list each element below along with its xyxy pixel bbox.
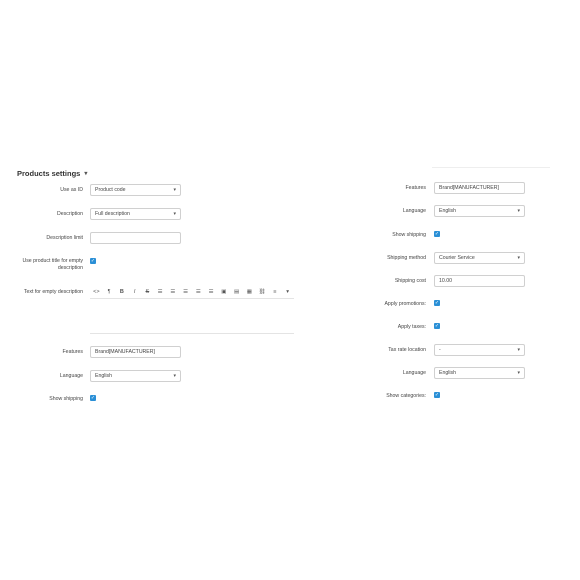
show-categories-label: Show categories: xyxy=(386,393,426,399)
chevron-down-icon: ▾ xyxy=(173,211,176,217)
caret-down-icon[interactable]: ▾ xyxy=(84,170,87,177)
description-select[interactable]: Full description ▾ xyxy=(90,208,181,220)
show-shipping-checkbox[interactable]: ✓ xyxy=(90,395,96,401)
text-empty-label: Text for empty description xyxy=(23,289,83,295)
align-icon[interactable]: ☰ xyxy=(205,289,218,295)
chevron-down-icon: ▾ xyxy=(517,255,520,261)
show-shipping-label-right: Show shipping xyxy=(392,232,426,238)
outdent-icon[interactable]: ☰ xyxy=(179,289,192,295)
language-select-right-2[interactable]: English ▾ xyxy=(434,367,525,379)
show-shipping-checkbox-right[interactable]: ✓ xyxy=(434,231,440,237)
chevron-down-icon: ▾ xyxy=(173,373,176,379)
use-title-label-line2: description xyxy=(57,265,83,271)
show-shipping-label: Show shipping xyxy=(49,396,83,402)
strikethrough-icon[interactable]: S xyxy=(141,289,154,295)
paragraph-icon[interactable]: ¶ xyxy=(103,289,116,295)
ordered-list-icon[interactable]: ☰ xyxy=(167,289,180,295)
features-label: Features xyxy=(62,349,83,355)
table-icon[interactable]: ▦ xyxy=(243,289,256,295)
apply-taxes-label: Apply taxes: xyxy=(397,324,426,330)
use-as-id-label: Use as ID xyxy=(60,187,83,193)
tax-rate-location-value: - xyxy=(439,347,441,353)
shipping-method-value: Courier Service xyxy=(439,255,475,261)
features-label-right: Features xyxy=(405,185,426,191)
image-icon[interactable]: ▣ xyxy=(218,289,231,295)
chevron-down-icon: ▾ xyxy=(517,370,520,376)
features-input[interactable]: Brand[MANUFACTURER] xyxy=(90,346,181,358)
section-title[interactable]: Products settings ▾ xyxy=(17,169,87,178)
language-value-right-2: English xyxy=(439,370,457,376)
language-label-right-2: Language xyxy=(402,370,426,376)
use-as-id-select[interactable]: Product code ▾ xyxy=(90,184,181,196)
language-value-right: English xyxy=(439,208,457,214)
chevron-down-icon: ▾ xyxy=(173,187,176,193)
more-dropdown-icon[interactable]: ▾ xyxy=(281,289,294,295)
shipping-method-label: Shipping method xyxy=(387,255,426,261)
indent-icon[interactable]: ☰ xyxy=(192,289,205,295)
video-icon[interactable]: ▤ xyxy=(230,289,243,295)
language-label: Language xyxy=(59,373,83,379)
show-categories-checkbox[interactable]: ✓ xyxy=(434,392,440,398)
language-label-right: Language xyxy=(402,208,426,214)
shipping-cost-label: Shipping cost xyxy=(394,278,426,284)
italic-icon[interactable]: I xyxy=(128,289,141,295)
use-as-id-value: Product code xyxy=(95,187,126,193)
chevron-down-icon: ▾ xyxy=(517,208,520,214)
bold-icon[interactable]: B xyxy=(116,289,129,295)
code-view-icon[interactable]: <> xyxy=(90,289,103,295)
description-limit-input[interactable] xyxy=(90,232,181,244)
language-select[interactable]: English ▾ xyxy=(90,370,181,382)
tax-rate-location-label: Tax rate location xyxy=(388,347,426,353)
divider xyxy=(432,167,550,168)
apply-promotions-label: Apply promotions: xyxy=(384,301,426,307)
use-title-label: Use product title for empty description xyxy=(10,258,83,272)
description-editor[interactable] xyxy=(90,298,294,334)
features-input-right[interactable]: Brand[MANUFACTURER] xyxy=(434,182,525,194)
features-value: Brand[MANUFACTURER] xyxy=(95,349,155,355)
apply-promotions-checkbox[interactable]: ✓ xyxy=(434,300,440,306)
tax-rate-location-select[interactable]: - ▾ xyxy=(434,344,525,356)
language-value: English xyxy=(95,373,113,379)
shipping-method-select[interactable]: Courier Service ▾ xyxy=(434,252,525,264)
editor-toolbar: <> ¶ B I S ☰ ☰ ☰ ☰ ☰ ▣ ▤ ▦ ⛓ ≡ ▾ xyxy=(90,286,294,298)
description-label: Description xyxy=(57,211,83,217)
unordered-list-icon[interactable]: ☰ xyxy=(154,289,167,295)
features-value-right: Brand[MANUFACTURER] xyxy=(439,185,499,191)
section-title-text: Products settings xyxy=(17,169,81,178)
align-left-icon[interactable]: ≡ xyxy=(269,289,282,295)
language-select-right[interactable]: English ▾ xyxy=(434,205,525,217)
link-icon[interactable]: ⛓ xyxy=(256,289,269,295)
chevron-down-icon: ▾ xyxy=(517,347,520,353)
shipping-cost-input[interactable]: 10.00 xyxy=(434,275,525,287)
use-title-label-line1: Use product title for empty xyxy=(22,258,83,264)
use-title-checkbox[interactable]: ✓ xyxy=(90,258,96,264)
shipping-cost-value: 10.00 xyxy=(439,278,452,284)
description-limit-label: Description limit xyxy=(46,235,83,241)
apply-taxes-checkbox[interactable]: ✓ xyxy=(434,323,440,329)
description-value: Full description xyxy=(95,211,130,217)
